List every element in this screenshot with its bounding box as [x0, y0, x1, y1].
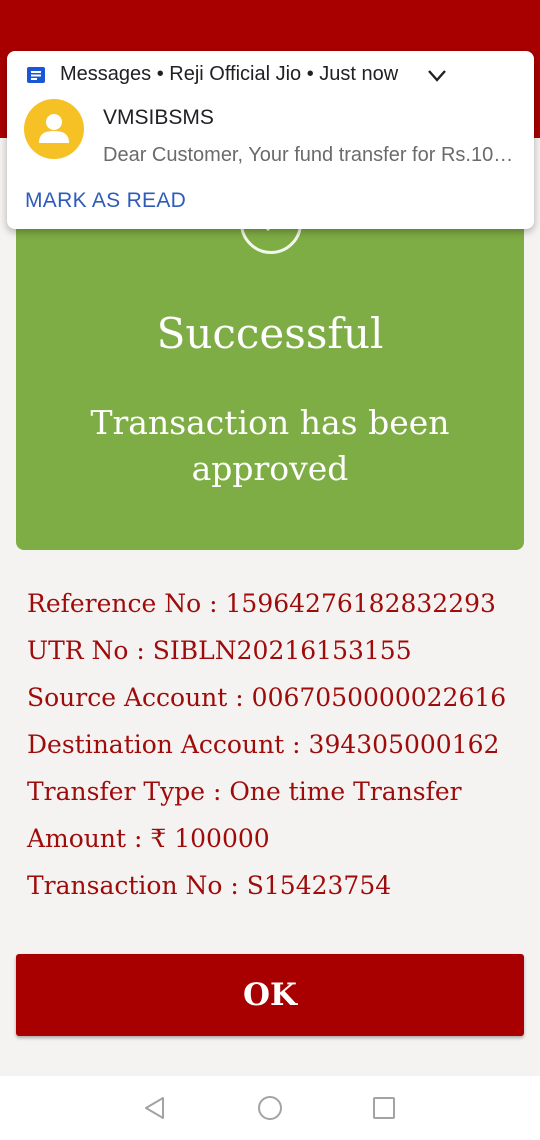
detail-value: One time Transfer	[229, 777, 462, 806]
ok-button[interactable]: OK	[16, 954, 524, 1036]
detail-source-account: Source Account : 0067050000022616	[27, 683, 507, 712]
detail-value: SIBLN20216153155	[152, 636, 412, 665]
detail-destination-account: Destination Account : 394305000162	[27, 730, 500, 759]
back-icon[interactable]	[141, 1094, 169, 1122]
mark-as-read-button[interactable]: MARK AS READ	[25, 189, 186, 213]
detail-label: Amount	[27, 824, 127, 853]
notification-body: Dear Customer, Your fund transfer for Rs…	[103, 144, 523, 166]
detail-label: Reference No	[27, 589, 202, 618]
avatar	[24, 99, 84, 159]
detail-label: Transfer Type	[27, 777, 206, 806]
detail-amount: Amount : ₹ 100000	[27, 824, 270, 853]
message-notification[interactable]: Messages • Reji Official Jio • Just now …	[7, 51, 534, 229]
notification-sender: VMSIBSMS	[103, 106, 214, 129]
detail-value: ₹ 100000	[150, 824, 270, 853]
detail-value: 0067050000022616	[251, 683, 507, 712]
home-icon[interactable]	[256, 1094, 284, 1122]
notification-header: Messages • Reji Official Jio • Just now	[60, 63, 399, 85]
detail-label: Destination Account	[27, 730, 285, 759]
detail-value: 15964276182832293	[225, 589, 496, 618]
success-title: Successful	[156, 309, 384, 358]
detail-value: 394305000162	[308, 730, 500, 759]
detail-reference-no: Reference No : 15964276182832293	[27, 589, 496, 618]
detail-transaction-no: Transaction No : S15423754	[27, 871, 392, 900]
detail-label: Source Account	[27, 683, 228, 712]
detail-label: UTR No	[27, 636, 129, 665]
detail-label: Transaction No	[27, 871, 223, 900]
system-nav-bar	[0, 1076, 540, 1140]
success-message: Transaction has been approved	[90, 403, 450, 488]
detail-transfer-type: Transfer Type : One time Transfer	[27, 777, 462, 806]
chevron-down-icon[interactable]	[427, 69, 447, 88]
detail-utr-no: UTR No : SIBLN20216153155	[27, 636, 412, 665]
recents-icon[interactable]	[370, 1094, 398, 1122]
detail-value: S15423754	[246, 871, 392, 900]
messages-icon	[27, 66, 45, 84]
transaction-details: Reference No : 15964276182832293 UTR No …	[27, 583, 527, 912]
